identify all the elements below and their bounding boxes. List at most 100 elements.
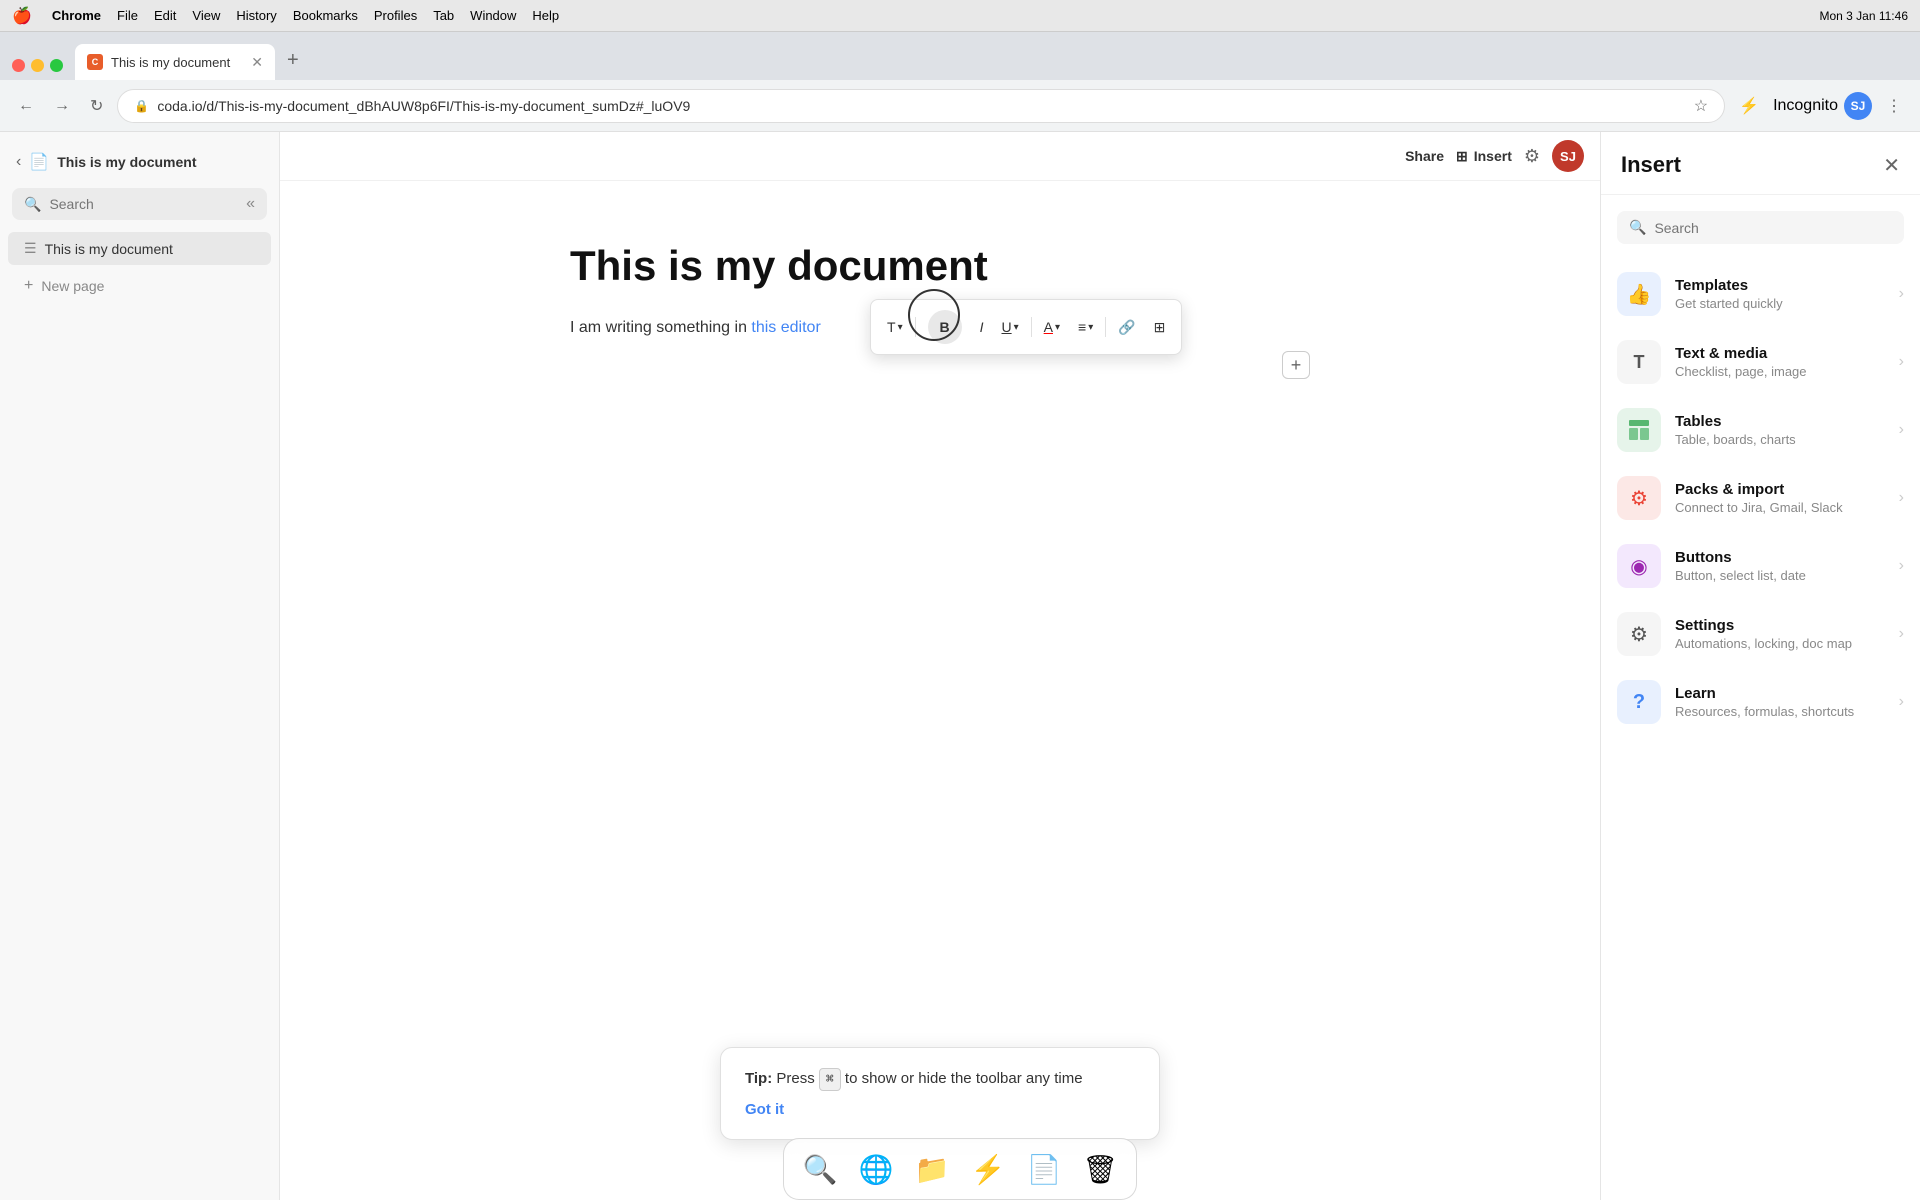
insert-panel-close-btn[interactable]: ✕ xyxy=(1883,153,1900,178)
menu-view[interactable]: View xyxy=(192,8,220,23)
chrome-menu-btn[interactable]: ⋮ xyxy=(1880,90,1908,122)
settings-arrow: › xyxy=(1899,625,1904,643)
sidebar-back-btn[interactable]: ‹ xyxy=(16,153,21,171)
tab-close-btn[interactable]: ✕ xyxy=(251,54,263,71)
insert-panel-header: Insert ✕ xyxy=(1601,132,1920,195)
dock-folder[interactable]: 📁 xyxy=(908,1145,956,1193)
tip-message-2: to show or hide the toolbar any time xyxy=(845,1070,1083,1087)
insert-btn[interactable]: ⊞ Insert xyxy=(1456,148,1512,165)
user-avatar[interactable]: SJ xyxy=(1552,140,1584,172)
menu-help[interactable]: Help xyxy=(532,8,559,23)
tab-title: This is my document xyxy=(111,55,243,70)
templates-arrow: › xyxy=(1899,285,1904,303)
tables-icon xyxy=(1617,408,1661,452)
minimize-window-btn[interactable] xyxy=(31,59,44,72)
buttons-title: Buttons xyxy=(1675,549,1885,566)
sidebar-page-item[interactable]: ☰ This is my document xyxy=(8,232,271,265)
sidebar-new-page-label: New page xyxy=(41,278,104,294)
fmt-italic-btn[interactable]: I xyxy=(972,313,992,341)
profile-badge[interactable]: Incognito SJ xyxy=(1773,92,1872,120)
fmt-underline-chevron: ▾ xyxy=(1014,322,1019,333)
incognito-label: Incognito xyxy=(1773,97,1838,115)
share-btn[interactable]: Share xyxy=(1405,148,1444,164)
fmt-divider-1 xyxy=(915,317,916,337)
bookmark-icon[interactable]: ☆ xyxy=(1694,96,1708,116)
back-btn[interactable]: ← xyxy=(12,91,40,121)
text-media-desc: Checklist, page, image xyxy=(1675,364,1885,379)
learn-content: Learn Resources, formulas, shortcuts xyxy=(1675,685,1885,719)
dock-lightning[interactable]: ⚡ xyxy=(964,1145,1012,1193)
fmt-underline-btn[interactable]: U ▾ xyxy=(993,313,1026,341)
sidebar-collapse-btn[interactable]: « xyxy=(246,195,255,213)
menu-profiles[interactable]: Profiles xyxy=(374,8,417,23)
menu-bookmarks[interactable]: Bookmarks xyxy=(293,8,358,23)
doc-content: This is my document T ▾ B I xyxy=(490,181,1390,1200)
doc-add-btn[interactable]: + xyxy=(1282,351,1310,379)
forward-btn[interactable]: → xyxy=(48,91,76,121)
lock-icon: 🔒 xyxy=(134,99,149,113)
new-tab-btn[interactable]: + xyxy=(279,49,307,80)
menubar: 🍎 Chrome File Edit View History Bookmark… xyxy=(0,0,1920,32)
settings-desc: Automations, locking, doc map xyxy=(1675,636,1885,651)
buttons-arrow: › xyxy=(1899,557,1904,575)
templates-desc: Get started quickly xyxy=(1675,296,1885,311)
menu-window[interactable]: Window xyxy=(470,8,516,23)
insert-search[interactable]: 🔍 xyxy=(1617,211,1904,244)
fmt-text-btn[interactable]: T ▾ xyxy=(879,313,911,341)
format-toolbar: T ▾ B I U ▾ xyxy=(870,299,1182,355)
insert-search-input[interactable] xyxy=(1654,220,1892,236)
insert-item-tables[interactable]: Tables Table, boards, charts › xyxy=(1601,396,1920,464)
fmt-align-icon: ≡ xyxy=(1078,319,1086,335)
dock-chrome[interactable]: 🌐 xyxy=(852,1145,900,1193)
doc-settings-btn[interactable]: ⚙ xyxy=(1524,146,1540,167)
fmt-text-chevron: ▾ xyxy=(898,322,903,333)
sidebar-search-input[interactable] xyxy=(49,196,238,212)
dock-doc[interactable]: 📄 xyxy=(1020,1145,1068,1193)
maximize-window-btn[interactable] xyxy=(50,59,63,72)
insert-item-learn[interactable]: ? Learn Resources, formulas, shortcuts › xyxy=(1601,668,1920,736)
fmt-color-btn[interactable]: A ▾ xyxy=(1036,313,1068,341)
dock: 🔍 🌐 📁 ⚡ 📄 🗑 xyxy=(783,1138,1137,1200)
fmt-italic-icon: I xyxy=(980,319,984,335)
window-controls xyxy=(8,59,71,80)
menu-edit[interactable]: Edit xyxy=(154,8,176,23)
doc-body-text: I am writing something in xyxy=(570,319,751,336)
insert-item-text-media[interactable]: T Text & media Checklist, page, image › xyxy=(1601,328,1920,396)
dock-finder[interactable]: 🔍 xyxy=(796,1145,844,1193)
menu-tab[interactable]: Tab xyxy=(433,8,454,23)
doc-title: This is my document xyxy=(570,241,1310,291)
fmt-bold-btn[interactable]: B xyxy=(920,304,970,350)
address-bar-right: ⚡ Incognito SJ ⋮ xyxy=(1733,90,1908,122)
insert-item-buttons[interactable]: ◉ Buttons Button, select list, date › xyxy=(1601,532,1920,600)
sidebar-search-icon: 🔍 xyxy=(24,196,41,213)
menu-history[interactable]: History xyxy=(236,8,276,23)
fmt-link-btn[interactable]: 🔗 xyxy=(1110,313,1143,342)
address-url: coda.io/d/This-is-my-document_dBhAUW8p6F… xyxy=(157,98,1685,114)
doc-body-link[interactable]: this editor xyxy=(751,319,820,336)
active-tab[interactable]: C This is my document ✕ xyxy=(75,44,275,80)
learn-title: Learn xyxy=(1675,685,1885,702)
dock-trash[interactable]: 🗑 xyxy=(1076,1145,1124,1193)
tip-label: Tip: xyxy=(745,1070,772,1087)
address-input-wrap[interactable]: 🔒 coda.io/d/This-is-my-document_dBhAUW8p… xyxy=(117,89,1725,123)
learn-icon: ? xyxy=(1617,680,1661,724)
menubar-time: Mon 3 Jan 11:46 xyxy=(1819,9,1908,23)
insert-item-templates[interactable]: 👍 Templates Get started quickly › xyxy=(1601,260,1920,328)
apple-menu[interactable]: 🍎 xyxy=(12,6,32,26)
sidebar-search[interactable]: 🔍 « xyxy=(12,188,267,220)
close-window-btn[interactable] xyxy=(12,59,25,72)
buttons-desc: Button, select list, date xyxy=(1675,568,1885,583)
fmt-align-btn[interactable]: ≡ ▾ xyxy=(1070,313,1101,341)
insert-item-packs[interactable]: ⚙ Packs & import Connect to Jira, Gmail,… xyxy=(1601,464,1920,532)
profile-avatar[interactable]: SJ xyxy=(1844,92,1872,120)
tab-bar: C This is my document ✕ + xyxy=(0,32,1920,80)
refresh-btn[interactable]: ↻ xyxy=(84,90,109,122)
sidebar-new-page-btn[interactable]: + New page xyxy=(8,269,271,303)
tip-got-it-btn[interactable]: Got it xyxy=(745,1101,784,1118)
doc-toolbar: Share ⊞ Insert ⚙ SJ xyxy=(280,132,1600,181)
fmt-more-btn[interactable]: ⊞ xyxy=(1146,313,1174,342)
menu-file[interactable]: File xyxy=(117,8,138,23)
extensions-btn[interactable]: ⚡ xyxy=(1733,90,1765,122)
address-bar: ← → ↻ 🔒 coda.io/d/This-is-my-document_dB… xyxy=(0,80,1920,132)
insert-item-settings[interactable]: ⚙ Settings Automations, locking, doc map… xyxy=(1601,600,1920,668)
